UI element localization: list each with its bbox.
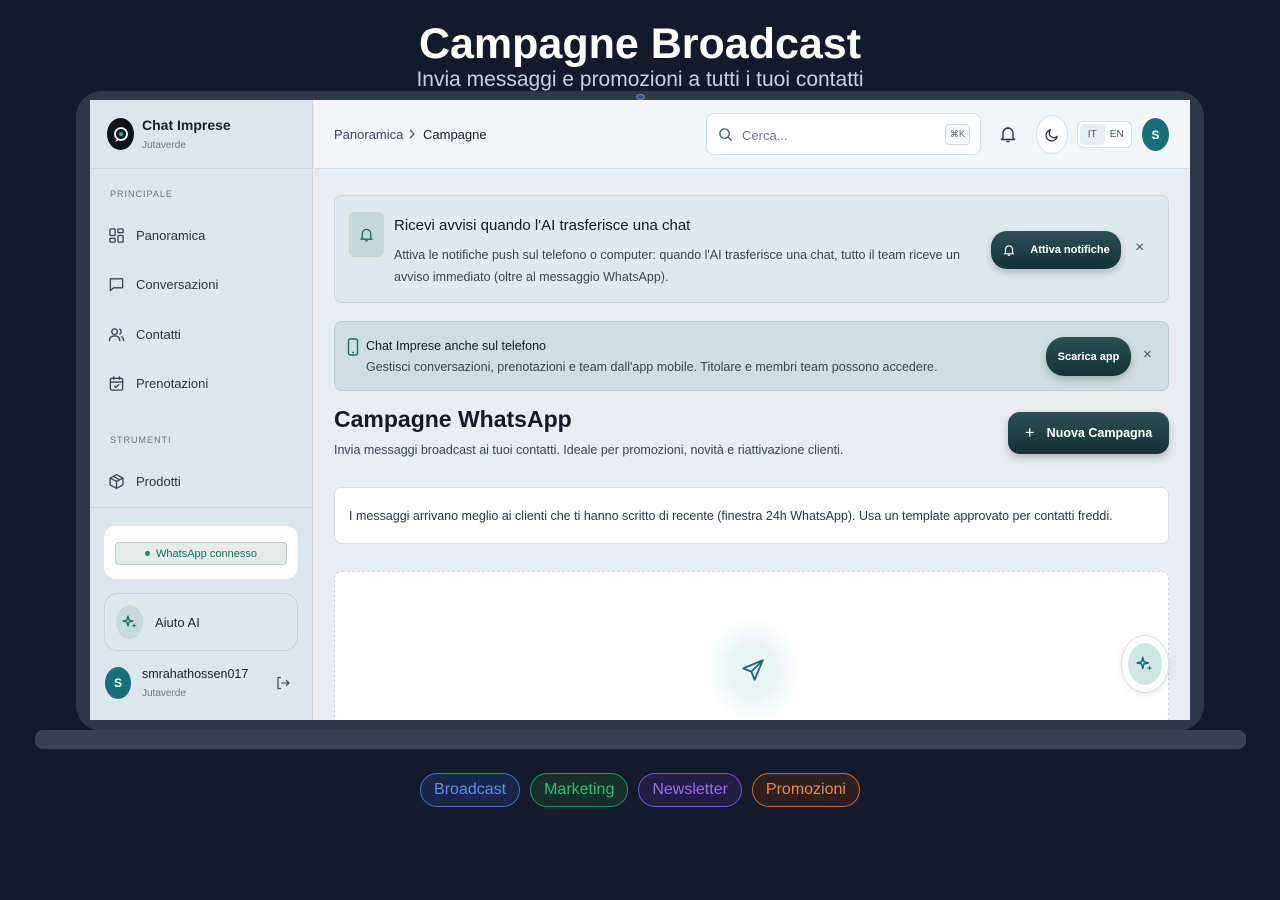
page-subtitle: Invia messaggi broadcast ai tuoi contatt… bbox=[334, 443, 844, 457]
whatsapp-status-label: WhatsApp connesso bbox=[156, 547, 257, 560]
search-input[interactable]: Cerca... ⌘K bbox=[706, 113, 981, 155]
search-shortcut-badge: ⌘K bbox=[945, 124, 970, 145]
notifications-bell-icon[interactable] bbox=[998, 124, 1018, 144]
chat-bubble-icon bbox=[109, 277, 124, 291]
notification-banner: Ricevi avvisi quando l'AI trasferisce un… bbox=[334, 195, 1169, 303]
info-card: I messaggi arrivano meglio ai clienti ch… bbox=[334, 487, 1169, 544]
hero-subtitle: Invia messaggi e promozioni a tutti i tu… bbox=[416, 68, 864, 91]
breadcrumb-campagne: Campagne bbox=[423, 127, 487, 142]
sidebar-item-conversazioni[interactable]: Conversazioni bbox=[108, 269, 298, 299]
mobile-app-banner-title: Chat Imprese anche sul telefono bbox=[366, 339, 546, 353]
mobile-app-banner-text: Gestisci conversazioni, prenotazioni e t… bbox=[366, 360, 938, 374]
language-toggle: IT EN bbox=[1077, 121, 1132, 148]
sidebar: Chat Imprese Jutaverde PRINCIPALE Panora… bbox=[90, 100, 313, 720]
section-label-tools: STRUMENTI bbox=[110, 435, 172, 445]
tag-list: Broadcast Marketing Newsletter Promozion… bbox=[0, 773, 1280, 807]
ai-assistant-fab[interactable] bbox=[1121, 635, 1169, 693]
grid-icon bbox=[109, 227, 124, 243]
send-icon bbox=[727, 640, 779, 700]
tag-broadcast[interactable]: Broadcast bbox=[420, 773, 521, 807]
hero-title: Campagne Broadcast bbox=[418, 20, 862, 68]
sidebar-item-contatti[interactable]: Contatti bbox=[108, 319, 298, 349]
sparkles-icon bbox=[116, 605, 143, 639]
user-name: smrahathossen017 bbox=[142, 667, 249, 681]
sidebar-item-label: Contatti bbox=[136, 326, 181, 342]
topbar: Panoramica Campagne Cerca... ⌘K IT EN S bbox=[314, 100, 1190, 169]
notification-banner-text: Attiva le notifiche push sul telefono o … bbox=[394, 248, 960, 284]
sparkles-icon bbox=[1128, 643, 1162, 685]
sidebar-divider bbox=[90, 507, 313, 508]
close-icon[interactable]: × bbox=[1143, 346, 1152, 363]
whatsapp-status-badge[interactable]: WhatsApp connesso bbox=[115, 542, 287, 565]
avatar[interactable]: S bbox=[105, 667, 131, 699]
brand-header[interactable]: Chat Imprese Jutaverde bbox=[90, 100, 313, 169]
mobile-app-banner: Chat Imprese anche sul telefono Gestisci… bbox=[334, 321, 1169, 391]
logout-icon[interactable] bbox=[275, 675, 291, 691]
bell-icon bbox=[349, 212, 384, 257]
search-icon bbox=[719, 128, 733, 142]
close-icon[interactable]: × bbox=[1135, 239, 1144, 257]
ai-help-button[interactable]: Aiuto AI bbox=[104, 593, 298, 651]
sidebar-item-label: Prodotti bbox=[136, 473, 181, 489]
theme-toggle-button[interactable] bbox=[1036, 115, 1068, 154]
box-icon bbox=[109, 473, 124, 489]
new-campaign-button[interactable]: + Nuova Campagna bbox=[1008, 412, 1169, 454]
bell-icon bbox=[1004, 245, 1015, 256]
brand-subtitle: Jutaverde bbox=[142, 140, 186, 151]
info-card-text: I messaggi arrivano meglio ai clienti ch… bbox=[349, 509, 1113, 523]
status-dot-icon bbox=[145, 551, 151, 556]
tag-newsletter[interactable]: Newsletter bbox=[638, 773, 742, 807]
brand-name: Chat Imprese bbox=[142, 117, 231, 133]
section-label-main: PRINCIPALE bbox=[110, 189, 173, 199]
new-campaign-label: Nuova Campagna bbox=[1046, 426, 1153, 440]
sidebar-item-prenotazioni[interactable]: Prenotazioni bbox=[108, 368, 298, 398]
sidebar-item-panoramica[interactable]: Panoramica bbox=[108, 220, 298, 250]
user-organization: Jutaverde bbox=[142, 688, 186, 699]
calendar-check-icon bbox=[109, 375, 124, 391]
tag-marketing[interactable]: Marketing bbox=[530, 773, 629, 807]
sidebar-item-prodotti[interactable]: Prodotti bbox=[108, 466, 298, 496]
laptop-base bbox=[35, 730, 1246, 749]
campaigns-empty-state bbox=[334, 571, 1169, 720]
notification-banner-title: Ricevi avvisi quando l'AI trasferisce un… bbox=[394, 217, 691, 234]
page-title: Campagne WhatsApp bbox=[334, 406, 572, 432]
chevron-right-icon bbox=[409, 129, 415, 139]
user-avatar[interactable]: S bbox=[1142, 118, 1169, 151]
sidebar-item-label: Conversazioni bbox=[136, 276, 219, 292]
breadcrumb-panoramica[interactable]: Panoramica bbox=[334, 127, 403, 142]
whatsapp-status-card: WhatsApp connesso bbox=[104, 526, 298, 579]
moon-icon bbox=[1044, 129, 1058, 142]
enable-notifications-label: Attiva notifiche bbox=[1030, 244, 1110, 256]
lang-option-it[interactable]: IT bbox=[1080, 124, 1105, 145]
enable-notifications-button[interactable]: Attiva notifiche bbox=[991, 231, 1121, 269]
tag-promozioni[interactable]: Promozioni bbox=[751, 773, 860, 807]
brand-logo-icon bbox=[107, 118, 134, 150]
plus-icon: + bbox=[1024, 423, 1035, 442]
users-icon bbox=[108, 327, 125, 341]
sidebar-item-label: Prenotazioni bbox=[136, 375, 209, 391]
lang-option-en[interactable]: EN bbox=[1105, 124, 1130, 145]
smartphone-icon bbox=[347, 338, 359, 356]
download-app-button[interactable]: Scarica app bbox=[1046, 337, 1131, 376]
app-screen: Chat Imprese Jutaverde PRINCIPALE Panora… bbox=[90, 100, 1190, 720]
ai-help-label: Aiuto AI bbox=[155, 614, 200, 630]
search-placeholder: Cerca... bbox=[742, 128, 788, 143]
sidebar-item-label: Panoramica bbox=[136, 227, 206, 243]
